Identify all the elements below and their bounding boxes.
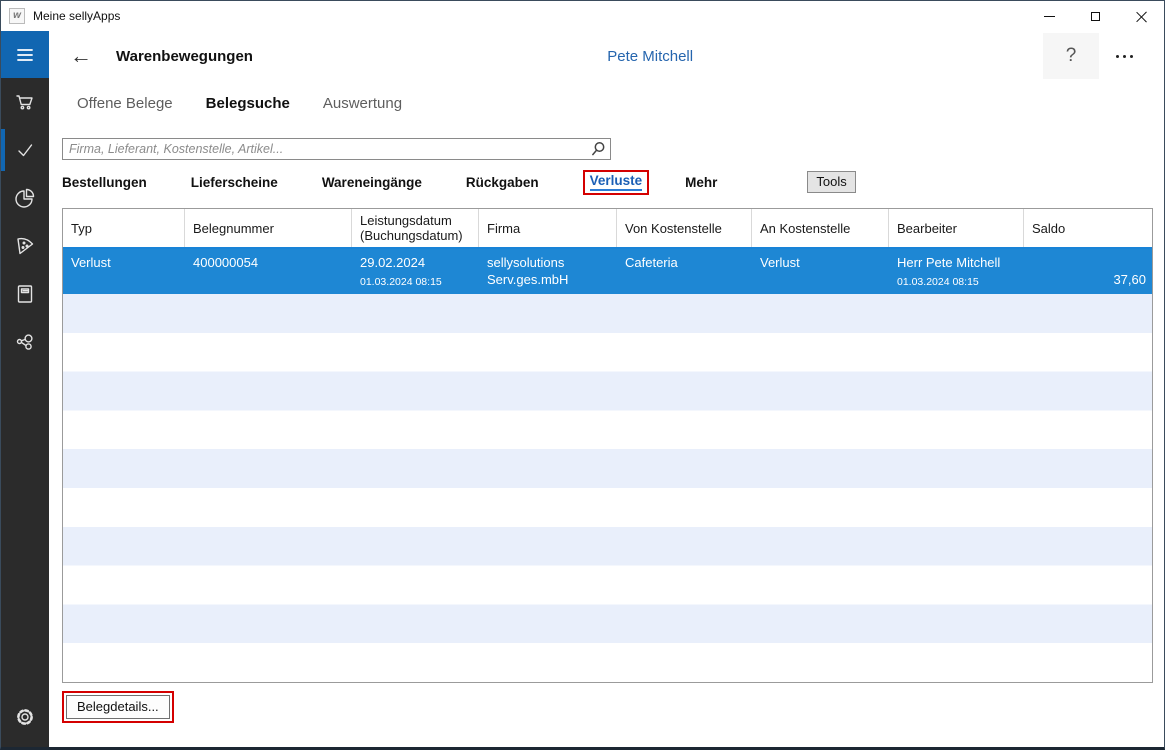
tab-offene-belege[interactable]: Offene Belege — [77, 95, 173, 112]
app-window: w Meine sellyApps ← Warenbewegungen Pete… — [0, 0, 1165, 750]
results-table: Typ Belegnummer Leistungsdatum (Buchungs… — [62, 208, 1153, 683]
titlebar-left: w Meine sellyApps — [1, 8, 120, 24]
hamburger-menu-button[interactable] — [1, 31, 49, 78]
back-arrow-icon: ← — [70, 43, 92, 68]
sidebar-item-cart[interactable] — [1, 78, 49, 126]
help-button[interactable]: ? — [1043, 33, 1099, 79]
maximize-button[interactable] — [1072, 1, 1118, 31]
sidebar — [1, 31, 49, 747]
minimize-button[interactable] — [1026, 1, 1072, 31]
column-header-an-kostenstelle[interactable]: An Kostenstelle — [752, 209, 889, 247]
cell-von-kostenstelle: Cafeteria — [625, 255, 678, 270]
filter-wareneingaenge[interactable]: Wareneingänge — [322, 175, 422, 190]
main-tabs: Offene Belege Belegsuche Auswertung — [62, 81, 1149, 126]
sidebar-item-food[interactable] — [1, 222, 49, 270]
buchungsdatum-value: 01.03.2024 08:15 — [360, 275, 442, 288]
search-bar — [62, 138, 611, 160]
hamburger-icon — [17, 48, 33, 61]
filter-bestellungen[interactable]: Bestellungen — [62, 175, 147, 190]
cell-firma: sellysolutions Serv.ges.mbH — [487, 255, 569, 287]
sidebar-item-settings[interactable] — [1, 693, 49, 741]
page-header: ← Warenbewegungen Pete Mitchell ? — [62, 31, 1149, 81]
search-input[interactable] — [62, 138, 611, 160]
highlight-box-belegdetails: Belegdetails... — [62, 691, 174, 723]
column-header-typ[interactable]: Typ — [63, 209, 185, 247]
cell-belegnummer: 400000054 — [193, 255, 259, 270]
filter-verluste[interactable]: Verluste — [589, 173, 643, 191]
maximize-icon — [1090, 11, 1100, 21]
page-title: Warenbewegungen — [116, 47, 253, 65]
bearbeiter-datum-value: 01.03.2024 08:15 — [897, 275, 979, 288]
content-area: ← Warenbewegungen Pete Mitchell ? Offene… — [49, 31, 1164, 747]
table-header: Typ Belegnummer Leistungsdatum (Buchungs… — [63, 209, 1152, 249]
table-row-selected[interactable]: Verlust 400000054 29.02.2024 01.03.2024 … — [63, 249, 1152, 294]
cell-saldo: 37,60 — [1113, 272, 1146, 288]
cell-leistungsdatum: 29.02.2024 01.03.2024 08:15 — [352, 249, 479, 294]
gear-icon — [17, 709, 33, 725]
help-icon: ? — [1065, 45, 1077, 66]
column-header-leistungsdatum[interactable]: Leistungsdatum (Buchungsdatum) — [352, 209, 479, 247]
sidebar-item-statistics[interactable] — [1, 174, 49, 222]
window-title: Meine sellyApps — [33, 9, 121, 23]
cart-icon — [16, 95, 33, 110]
filter-rueckgaben[interactable]: Rückgaben — [466, 175, 539, 190]
table-empty-rows — [63, 294, 1152, 682]
filter-bar: Bestellungen Lieferscheine Wareneingänge… — [62, 169, 1149, 195]
sidebar-spacer — [1, 366, 49, 693]
check-icon — [18, 144, 33, 157]
ellipsis-icon — [1115, 54, 1133, 58]
titlebar: w Meine sellyApps — [1, 1, 1164, 31]
column-header-belegnummer[interactable]: Belegnummer — [185, 209, 352, 247]
cell-typ: Verlust — [71, 255, 111, 270]
book-icon — [17, 285, 33, 303]
share-icon — [16, 334, 33, 350]
sidebar-item-share[interactable] — [1, 318, 49, 366]
tab-belegsuche[interactable]: Belegsuche — [206, 95, 290, 112]
bearbeiter-value: Herr Pete Mitchell — [897, 255, 1001, 270]
header-actions: ? — [1043, 33, 1149, 79]
user-name[interactable]: Pete Mitchell — [607, 48, 693, 65]
column-header-von-kostenstelle[interactable]: Von Kostenstelle — [617, 209, 752, 247]
more-button[interactable] — [1099, 33, 1149, 79]
close-button[interactable] — [1118, 1, 1164, 31]
cell-an-kostenstelle: Verlust — [760, 255, 800, 270]
column-header-saldo[interactable]: Saldo — [1024, 209, 1154, 247]
belegdetails-button[interactable]: Belegdetails... — [66, 695, 170, 719]
cell-bearbeiter: Herr Pete Mitchell 01.03.2024 08:15 — [889, 249, 1024, 294]
window-controls — [1026, 1, 1164, 31]
filter-mehr[interactable]: Mehr — [685, 175, 717, 190]
app-logo-icon: w — [9, 8, 25, 24]
highlight-box-verluste: Verluste — [582, 169, 650, 195]
close-icon — [1136, 11, 1147, 22]
tools-button[interactable]: Tools — [807, 171, 856, 193]
minimize-icon — [1043, 15, 1055, 17]
leistungsdatum-value: 29.02.2024 — [360, 255, 426, 270]
column-header-bearbeiter[interactable]: Bearbeiter — [889, 209, 1024, 247]
pie-chart-icon — [15, 188, 35, 208]
sidebar-item-documents[interactable] — [1, 126, 49, 174]
tab-auswertung[interactable]: Auswertung — [323, 95, 402, 112]
footer-bar: Belegdetails... — [62, 691, 1149, 723]
pizza-icon — [17, 237, 34, 255]
back-button[interactable]: ← — [62, 45, 98, 67]
filter-lieferscheine[interactable]: Lieferscheine — [191, 175, 278, 190]
column-header-firma[interactable]: Firma — [479, 209, 617, 247]
sidebar-item-catalog[interactable] — [1, 270, 49, 318]
search-icon — [592, 142, 605, 156]
